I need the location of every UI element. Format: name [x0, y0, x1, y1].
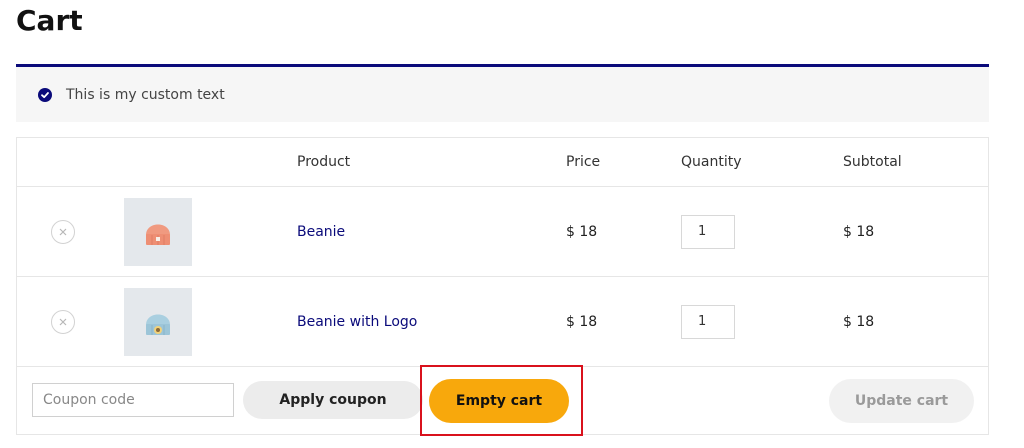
quantity-input[interactable]: [681, 304, 735, 339]
notice-text: This is my custom text: [66, 86, 225, 103]
remove-item-button[interactable]: [51, 219, 75, 244]
table-header-row: Product Price Quantity Subtotal: [17, 138, 988, 187]
coupon-code-input[interactable]: [32, 383, 234, 417]
update-cart-button[interactable]: Update cart: [829, 379, 974, 423]
close-icon: [59, 318, 67, 325]
cart-table: Product Price Quantity Subtotal Beanie $…: [16, 137, 989, 435]
table-row: Beanie $ 18 $ 18: [17, 187, 988, 277]
close-icon: [59, 228, 67, 235]
product-thumbnail[interactable]: [124, 287, 192, 356]
product-link[interactable]: Beanie with Logo: [297, 314, 417, 330]
custom-notice: This is my custom text: [16, 64, 989, 122]
header-product: Product: [297, 154, 351, 170]
empty-cart-button[interactable]: Empty cart: [429, 379, 569, 423]
item-subtotal: $ 18: [843, 223, 875, 240]
item-subtotal: $ 18: [843, 313, 875, 330]
header-price: Price: [566, 154, 601, 170]
cart-actions-row: Apply coupon Empty cart Update cart: [17, 367, 988, 435]
beanie-icon: [146, 224, 170, 245]
check-circle-icon: [38, 87, 52, 102]
product-thumbnail[interactable]: [124, 197, 192, 266]
page-title: Cart: [16, 4, 83, 37]
beanie-logo-icon: [146, 314, 170, 335]
item-price: $ 18: [566, 223, 598, 240]
item-price: $ 18: [566, 313, 598, 330]
header-quantity: Quantity: [681, 154, 742, 170]
header-subtotal: Subtotal: [843, 154, 902, 170]
apply-coupon-button[interactable]: Apply coupon: [243, 381, 423, 419]
quantity-input[interactable]: [681, 214, 735, 249]
table-row: Beanie with Logo $ 18 $ 18: [17, 277, 988, 367]
product-link[interactable]: Beanie: [297, 224, 345, 240]
remove-item-button[interactable]: [51, 309, 75, 334]
